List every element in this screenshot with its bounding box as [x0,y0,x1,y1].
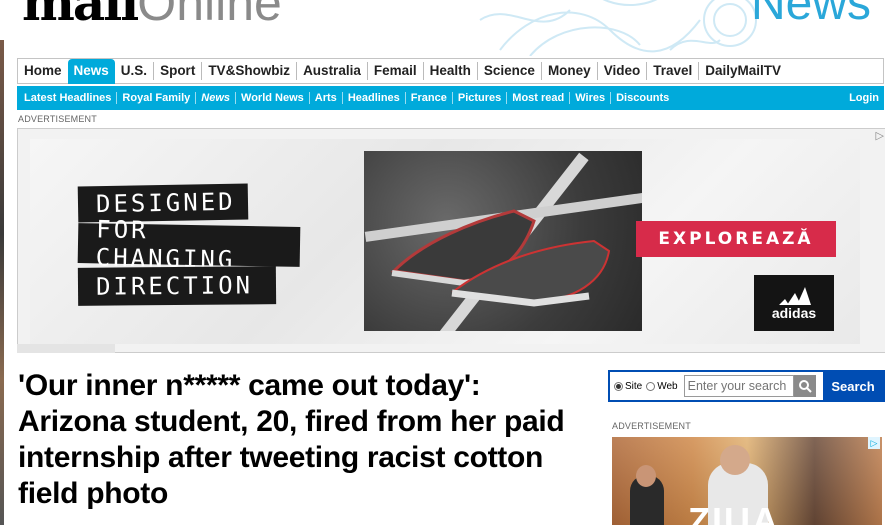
banner-ad[interactable]: DESIGNED FOR CHANGING DIRECTION EXPLOREA… [17,128,885,353]
subnav-world-news[interactable]: World News [235,92,309,104]
site-logo[interactable]: mailOnline [22,0,282,28]
nav-health[interactable]: Health [422,62,477,80]
primary-nav: Home News U.S. Sport TV&Showbiz Australi… [17,58,884,84]
subnav-pictures[interactable]: Pictures [451,92,506,104]
subnav-latest-headlines[interactable]: Latest Headlines [17,92,116,104]
shoes-image [390,209,611,307]
subnav-discounts[interactable]: Discounts [610,92,674,104]
search-input[interactable] [683,375,794,397]
article-headline: 'Our inner n***** came out today': Arizo… [18,369,565,510]
search-box: Site Web Search [608,370,885,402]
side-ad[interactable]: ZIUA ▷ [612,437,882,525]
radio-web[interactable] [646,381,656,391]
search-button[interactable]: Search [823,372,883,400]
ad-line-3: DIRECTION [95,271,254,301]
nav-science[interactable]: Science [476,62,541,80]
nav-femail[interactable]: Femail [366,62,423,80]
masthead: mailOnline News [0,0,885,56]
ad-shoes-photo [364,151,642,331]
search-icon[interactable] [793,375,816,397]
nav-home[interactable]: Home [18,62,68,80]
login-link[interactable]: Login [844,92,884,104]
radio-site-label: Site [625,380,643,392]
nav-video[interactable]: Video [596,62,647,80]
subnav-most-read[interactable]: Most read [506,92,569,104]
nav-news[interactable]: News [67,58,115,84]
adchoices-icon[interactable]: ▷ [876,129,884,142]
subnav-arts[interactable]: Arts [308,92,342,104]
adidas-logo: adidas [754,275,834,331]
side-advertisement-label: ADVERTISEMENT [612,421,691,431]
subnav-wires[interactable]: Wires [569,92,610,104]
radio-site[interactable] [614,381,623,391]
radio-web-label: Web [657,380,678,392]
adidas-stripes-icon [779,287,811,305]
nav-australia[interactable]: Australia [296,62,367,80]
side-adchoices-icon[interactable]: ▷ [868,437,880,449]
ad-line-1: DESIGNED [95,187,236,219]
page-edge-strip [0,40,4,525]
subnav-france[interactable]: France [404,92,452,104]
ad-tape-2: FOR CHANGING [77,215,301,274]
ad-person-2-head [720,445,750,475]
nav-us[interactable]: U.S. [115,62,153,80]
ad-brand: adidas [771,305,817,321]
search-option-web[interactable]: Web [646,380,678,392]
ad-explore-button[interactable]: EXPLOREAZĂ [636,221,836,257]
nav-travel[interactable]: Travel [646,62,698,80]
search-option-site[interactable]: Site [614,381,642,392]
nav-money[interactable]: Money [540,62,597,80]
nav-tvshowbiz[interactable]: TV&Showbiz [201,62,296,80]
nav-dailymailtv[interactable]: DailyMailTV [698,62,787,80]
ad-shadow [17,344,115,353]
section-title: News [750,0,871,30]
side-ad-text: ZIUA [688,500,780,525]
logo-mail: mail [22,0,139,32]
ad-tape-3: DIRECTION [77,266,277,306]
advertisement-label: ADVERTISEMENT [18,114,97,124]
subnav-headlines[interactable]: Headlines [341,92,405,104]
logo-online: Online [137,0,282,31]
secondary-nav: Latest Headlines Royal Family News World… [17,86,884,110]
nav-sport[interactable]: Sport [153,62,201,80]
subnav-royal-family[interactable]: Royal Family [116,92,195,104]
subnav-news[interactable]: News [195,92,235,104]
ad-person-1-head [636,465,656,487]
